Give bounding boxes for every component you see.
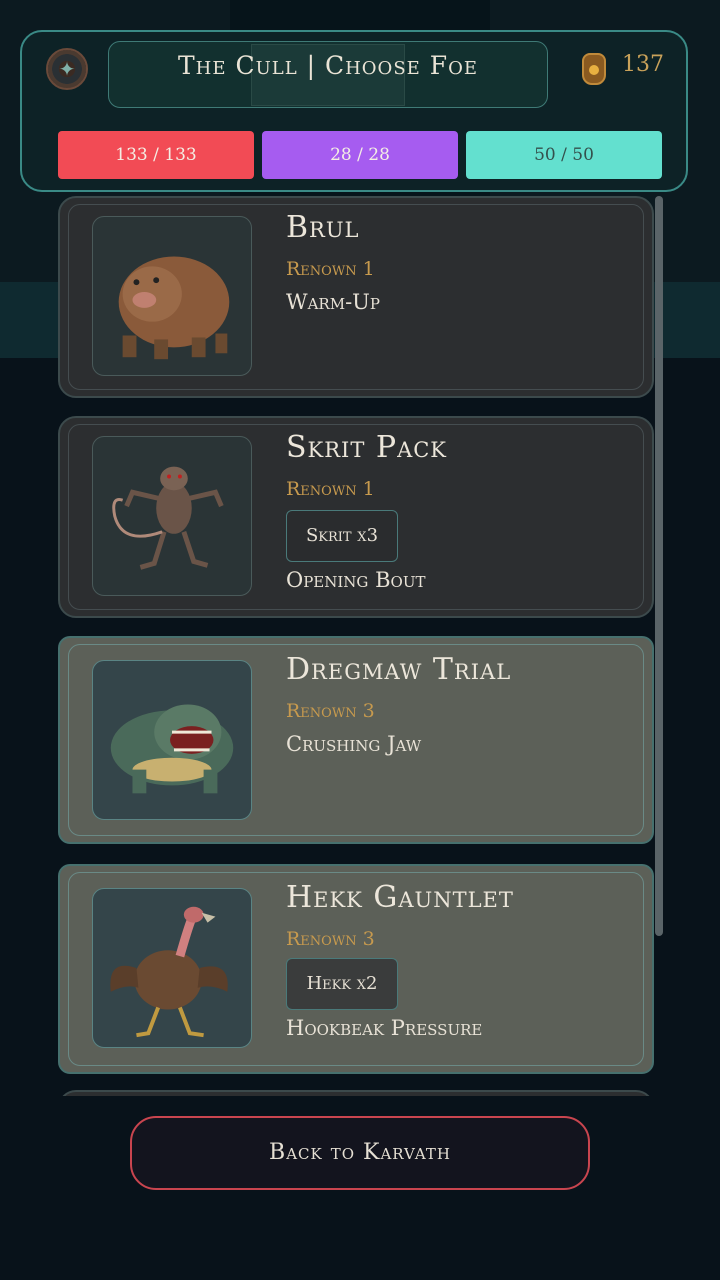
foe-portrait bbox=[92, 660, 252, 820]
foe-card-partial[interactable] bbox=[58, 1090, 654, 1096]
foe-card-dregmaw-trial[interactable]: Dregmaw Trial Renown 3 Crushing Jaw bbox=[58, 636, 654, 844]
foe-portrait bbox=[92, 436, 252, 596]
coin-pouch-icon bbox=[582, 53, 606, 85]
foe-description: Hookbeak Pressure bbox=[286, 1016, 483, 1040]
foe-renown: Renown 1 bbox=[286, 478, 375, 500]
mana-bar: 28 / 28 bbox=[262, 131, 458, 179]
page-title: The Cull | Choose Foe bbox=[178, 51, 478, 80]
foe-card-hekk-gauntlet[interactable]: Hekk Gauntlet Renown 3 Hekk x2 Hookbeak … bbox=[58, 864, 654, 1074]
foe-description: Opening Bout bbox=[286, 568, 426, 592]
rat-creature-icon bbox=[112, 466, 224, 570]
enemy-count-tag: Hekk x2 bbox=[286, 958, 398, 1010]
foe-card-skrit-pack[interactable]: Skrit Pack Renown 1 Skrit x3 Opening Bou… bbox=[58, 416, 654, 618]
mole-beast-icon bbox=[118, 256, 230, 360]
back-button[interactable]: Back to Karvath bbox=[130, 1116, 590, 1190]
foe-renown: Renown 3 bbox=[286, 700, 375, 722]
health-bar: 133 / 133 bbox=[58, 131, 254, 179]
vulture-creature-icon bbox=[110, 906, 228, 1038]
foe-portrait bbox=[92, 216, 252, 376]
foe-portrait bbox=[92, 888, 252, 1048]
header-panel: ✦ The Cull | Choose Foe 137 133 / 133 28… bbox=[20, 30, 688, 192]
foe-name: Hekk Gauntlet bbox=[286, 880, 514, 915]
guild-emblem-icon[interactable]: ✦ bbox=[46, 48, 88, 90]
foe-description: Warm-Up bbox=[286, 290, 380, 314]
currency-count: 137 bbox=[622, 52, 664, 77]
stamina-bar: 50 / 50 bbox=[466, 131, 662, 179]
foe-list[interactable]: Brul Renown 1 Warm-Up Skrit Pack Renown … bbox=[58, 196, 662, 1096]
foe-description: Crushing Jaw bbox=[286, 732, 422, 756]
toad-beast-icon bbox=[110, 704, 234, 794]
foe-name: Dregmaw Trial bbox=[286, 652, 512, 687]
foe-list-scrollbar[interactable] bbox=[655, 196, 663, 936]
title-banner: The Cull | Choose Foe bbox=[108, 41, 548, 108]
foe-name: Skrit Pack bbox=[286, 430, 447, 465]
foe-card-brul[interactable]: Brul Renown 1 Warm-Up bbox=[58, 196, 654, 398]
enemy-count-tag: Skrit x3 bbox=[286, 510, 398, 562]
foe-renown: Renown 3 bbox=[286, 928, 375, 950]
foe-renown: Renown 1 bbox=[286, 258, 375, 280]
foe-name: Brul bbox=[286, 210, 360, 245]
